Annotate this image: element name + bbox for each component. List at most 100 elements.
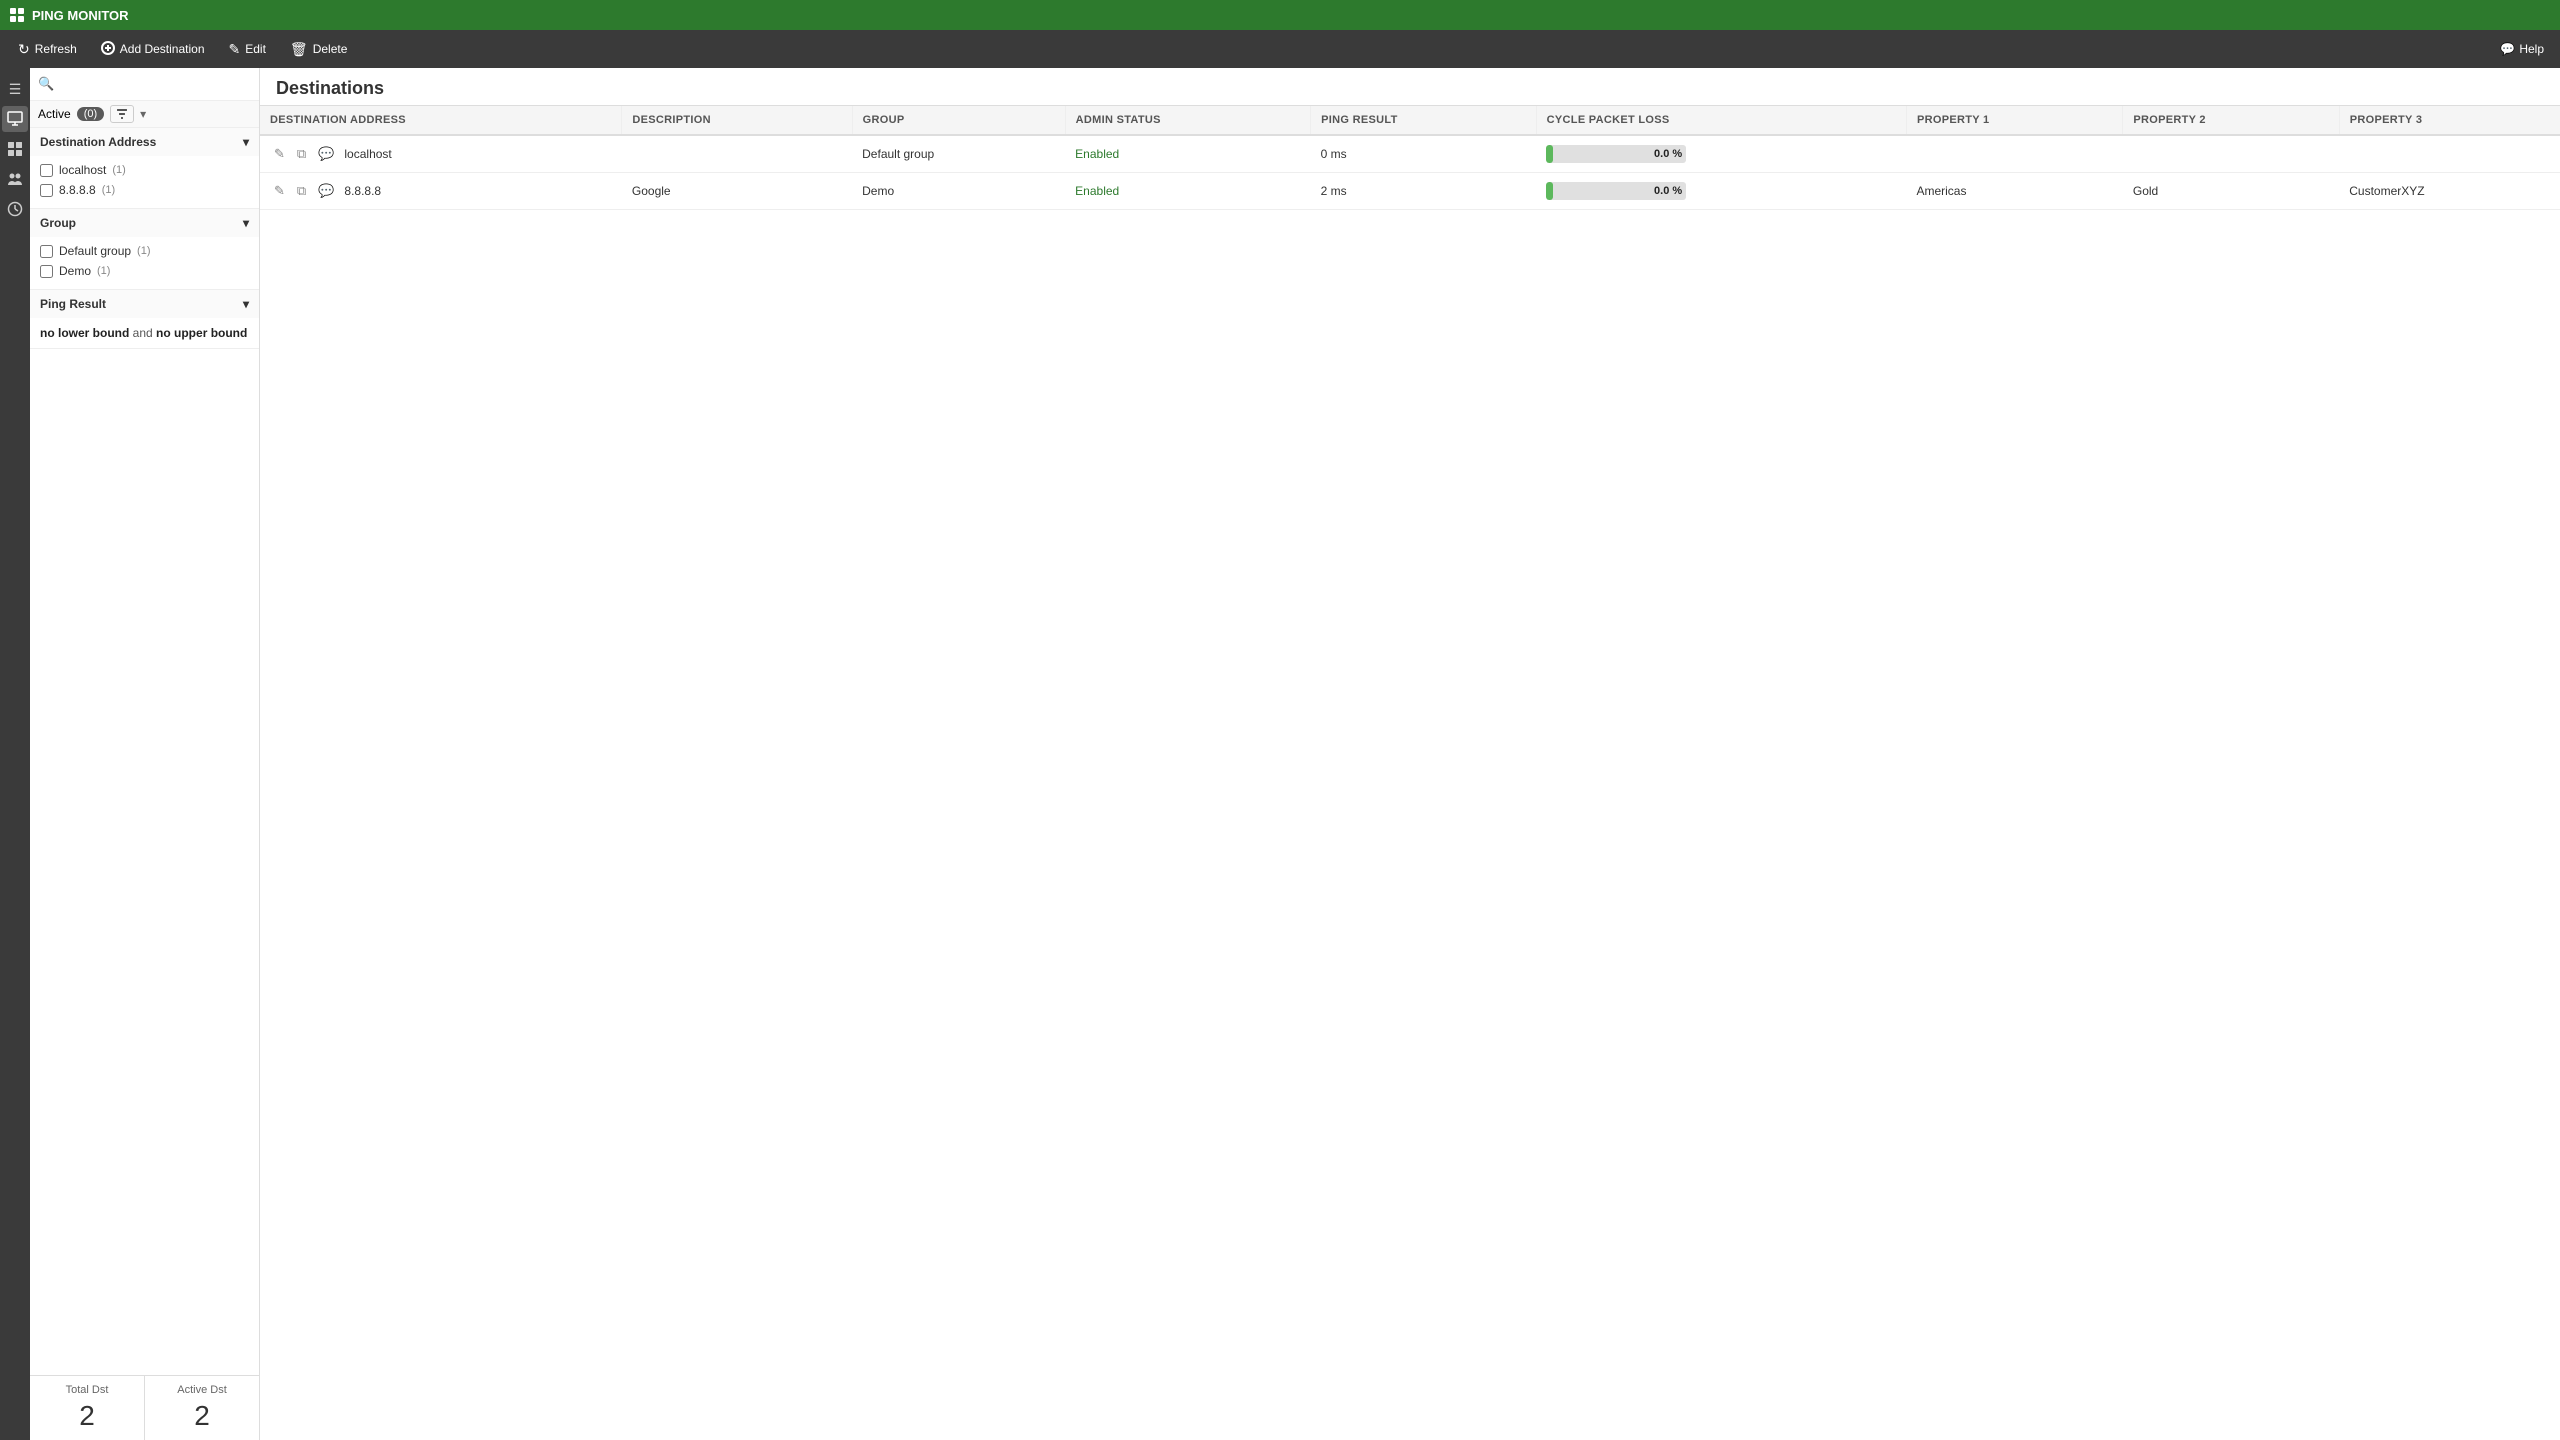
filter-item-default-group: Default group (1)	[40, 241, 249, 261]
total-dst-label: Total Dst	[40, 1384, 134, 1396]
app-grid-icon	[10, 8, 24, 22]
filter-toggle-button[interactable]	[110, 105, 134, 123]
col-cycle-packet-loss: CYCLE PACKET LOSS	[1536, 106, 1906, 135]
filter-count-default-group: (1)	[137, 245, 150, 257]
cell-cycle-packet-loss: 0.0 %	[1536, 173, 1906, 210]
cell-destination-address: ✎ ⧉ 💬 8.8.8.8	[260, 173, 622, 210]
table-row: ✎ ⧉ 💬 8.8.8.8 Google Demo Enabled 2 ms 0…	[260, 173, 2560, 210]
filter-count-8888: (1)	[102, 184, 115, 196]
help-icon: 💬	[2500, 42, 2515, 56]
cell-property2	[2123, 135, 2339, 173]
ping-result-body: no lower bound and no upper bound	[30, 318, 259, 348]
col-destination-address: DESTINATION ADDRESS	[260, 106, 622, 135]
filter-item-8888: 8.8.8.8 (1)	[40, 180, 249, 200]
active-dst-box: Active Dst 2	[145, 1376, 259, 1440]
ping-result-header[interactable]: Ping Result ▾	[30, 290, 259, 318]
help-button[interactable]: 💬 Help	[2492, 38, 2552, 60]
filter-checkbox-localhost[interactable]	[40, 164, 53, 177]
cell-admin-status: Enabled	[1065, 135, 1311, 173]
total-dst-value: 2	[40, 1400, 134, 1432]
ping-result-upper: no upper bound	[156, 326, 247, 340]
col-property1: PROPERTY 1	[1906, 106, 2122, 135]
group-body: Default group (1) Demo (1)	[30, 237, 259, 289]
edit-button[interactable]: ✎ Edit	[219, 35, 276, 63]
filter-count-localhost: (1)	[112, 164, 125, 176]
row-edit-button[interactable]: ✎	[270, 181, 289, 201]
cell-property2: Gold	[2123, 173, 2339, 210]
cell-description: Google	[622, 173, 852, 210]
col-admin-status: ADMIN STATUS	[1065, 106, 1311, 135]
col-ping-result: PING RESULT	[1311, 106, 1537, 135]
ping-result-section: Ping Result ▾ no lower bound and no uppe…	[30, 290, 259, 349]
row-copy-button[interactable]: ⧉	[293, 181, 310, 201]
sidebar-group-button[interactable]	[2, 166, 28, 192]
cell-address-value: 8.8.8.8	[344, 184, 381, 198]
filter-label-8888: 8.8.8.8	[59, 183, 96, 197]
content-header: Destinations	[260, 68, 2560, 106]
total-dst-box: Total Dst 2	[30, 1376, 145, 1440]
toolbar-right: 💬 Help	[2492, 38, 2552, 60]
row-edit-button[interactable]: ✎	[270, 144, 289, 164]
destinations-table: DESTINATION ADDRESS DESCRIPTION GROUP AD…	[260, 106, 2560, 210]
cell-group: Default group	[852, 135, 1065, 173]
main-layout: ☰	[0, 68, 2560, 1440]
filter-checkbox-demo[interactable]	[40, 265, 53, 278]
admin-status-badge: Enabled	[1075, 147, 1119, 161]
cell-group: Demo	[852, 173, 1065, 210]
refresh-icon: ↻	[18, 41, 30, 58]
cell-ping-result: 2 ms	[1311, 173, 1537, 210]
destination-address-header[interactable]: Destination Address ▾	[30, 128, 259, 156]
content-title: Destinations	[276, 78, 384, 98]
filter-item-demo: Demo (1)	[40, 261, 249, 281]
toolbar: ↻ Refresh Add Destination ✎ Edit 🗑 Delet…	[0, 30, 2560, 68]
active-filter-row: Active (0) ▾	[30, 101, 259, 128]
packet-loss-label: 0.0 %	[1654, 185, 1682, 197]
col-property2: PROPERTY 2	[2123, 106, 2339, 135]
refresh-button[interactable]: ↻ Refresh	[8, 35, 87, 63]
group-section: Group ▾ Default group (1) Demo (1)	[30, 209, 259, 290]
active-dst-label: Active Dst	[155, 1384, 249, 1396]
group-chevron: ▾	[243, 216, 249, 230]
sidebar-clock-button[interactable]	[2, 196, 28, 222]
ping-result-lower: no lower bound	[40, 326, 129, 340]
row-comment-button[interactable]: 💬	[314, 181, 338, 201]
row-actions: ✎ ⧉ 💬	[270, 181, 338, 201]
content-area: Destinations DESTINATION ADDRESS DESCRIP…	[260, 68, 2560, 1440]
delete-icon: 🗑	[290, 41, 308, 58]
sidebar-table-button[interactable]	[2, 136, 28, 162]
sidebar-menu-button[interactable]: ☰	[2, 76, 28, 102]
destination-address-chevron: ▾	[243, 135, 249, 149]
icon-sidebar: ☰	[0, 68, 30, 1440]
cell-description	[622, 135, 852, 173]
filter-item-localhost: localhost (1)	[40, 160, 249, 180]
filter-search-bar: 🔍	[30, 68, 259, 101]
cell-property3: CustomerXYZ	[2339, 173, 2560, 210]
sidebar-monitor-button[interactable]	[2, 106, 28, 132]
cell-property3	[2339, 135, 2560, 173]
col-property3: PROPERTY 3	[2339, 106, 2560, 135]
filter-checkbox-default-group[interactable]	[40, 245, 53, 258]
destination-address-section: Destination Address ▾ localhost (1) 8.8.…	[30, 128, 259, 209]
add-destination-button[interactable]: Add Destination	[91, 35, 215, 63]
search-input[interactable]	[60, 74, 251, 94]
packet-loss-bar: 0.0 %	[1546, 182, 1686, 200]
table-body: ✎ ⧉ 💬 localhost Default group Enabled 0 …	[260, 135, 2560, 210]
col-description: DESCRIPTION	[622, 106, 852, 135]
edit-icon: ✎	[229, 41, 241, 58]
delete-button[interactable]: 🗑 Delete	[280, 35, 357, 63]
ping-result-chevron: ▾	[243, 297, 249, 311]
active-label: Active	[38, 107, 71, 121]
destination-address-body: localhost (1) 8.8.8.8 (1)	[30, 156, 259, 208]
group-header[interactable]: Group ▾	[30, 209, 259, 237]
packet-loss-bar: 0.0 %	[1546, 145, 1686, 163]
table-header-row: DESTINATION ADDRESS DESCRIPTION GROUP AD…	[260, 106, 2560, 135]
filter-checkbox-8888[interactable]	[40, 184, 53, 197]
destination-address-title: Destination Address	[40, 135, 156, 149]
packet-loss-fill	[1546, 182, 1553, 200]
filter-label-localhost: localhost	[59, 163, 106, 177]
row-comment-button[interactable]: 💬	[314, 144, 338, 164]
cell-ping-result: 0 ms	[1311, 135, 1537, 173]
cell-admin-status: Enabled	[1065, 173, 1311, 210]
row-copy-button[interactable]: ⧉	[293, 144, 310, 164]
filter-arrow-button[interactable]: ▾	[140, 107, 146, 121]
